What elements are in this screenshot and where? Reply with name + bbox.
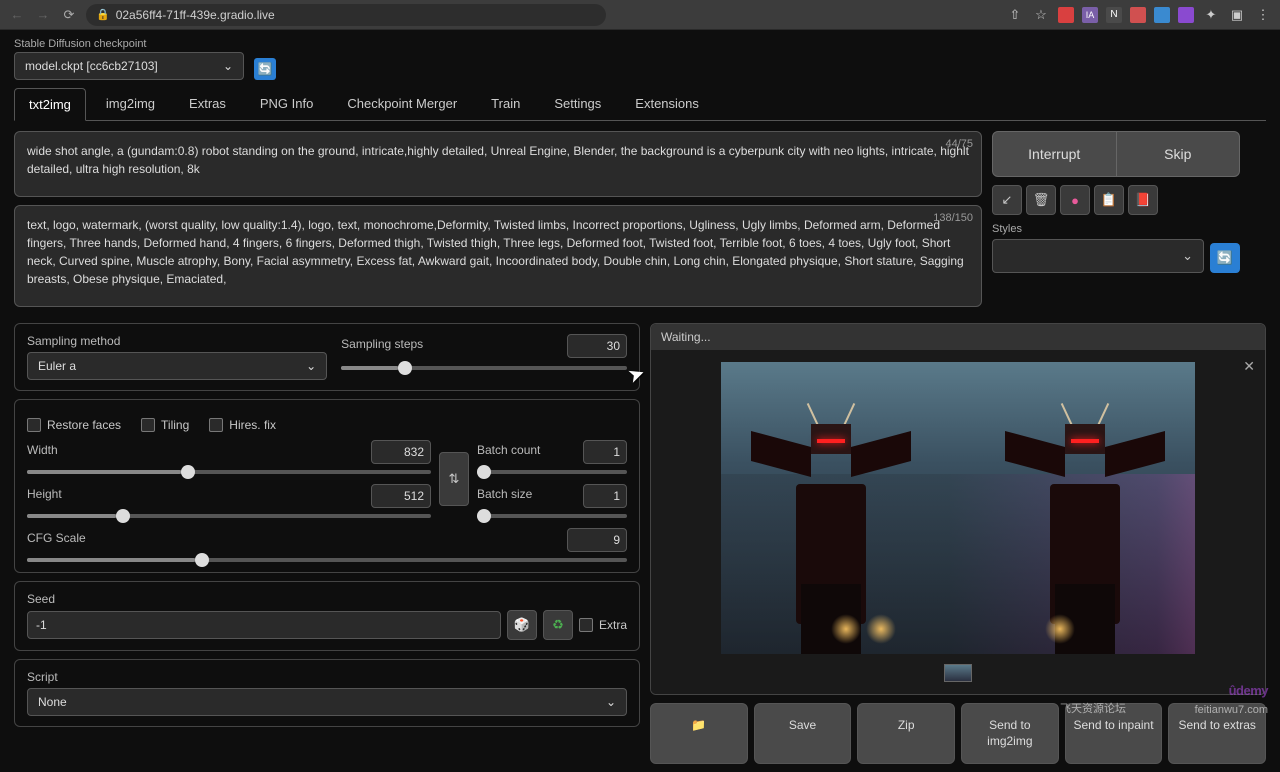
interrupt-button[interactable]: Interrupt	[992, 131, 1117, 177]
extension-icon[interactable]: IA	[1082, 7, 1098, 23]
extension-icon[interactable]	[1154, 7, 1170, 23]
batch-count-slider[interactable]	[477, 470, 627, 474]
main-tabs: txt2img img2img Extras PNG Info Checkpoi…	[14, 88, 1266, 121]
arrow-button[interactable]: ↙	[992, 185, 1022, 215]
script-value: None	[38, 695, 67, 709]
tab-img2img[interactable]: img2img	[92, 88, 169, 120]
tab-pnginfo[interactable]: PNG Info	[246, 88, 327, 120]
send-inpaint-button[interactable]: Send to inpaint	[1065, 703, 1163, 764]
tab-txt2img[interactable]: txt2img	[14, 88, 86, 121]
negative-token-count: 138/150	[933, 210, 973, 227]
width-slider[interactable]	[27, 470, 431, 474]
url-bar[interactable]: 🔒 02a56ff4-71ff-439e.gradio.live	[86, 4, 606, 26]
seed-reuse-button[interactable]: ♻	[543, 610, 573, 640]
close-icon[interactable]: ✕	[1243, 358, 1255, 375]
sampling-steps-label: Sampling steps	[341, 337, 423, 351]
extension-icon[interactable]	[1058, 7, 1074, 23]
extension-icon[interactable]	[1178, 7, 1194, 23]
tab-train[interactable]: Train	[477, 88, 534, 120]
extension-icon[interactable]	[1130, 7, 1146, 23]
prompt-token-count: 44/75	[945, 136, 973, 153]
tab-settings[interactable]: Settings	[540, 88, 615, 120]
height-label: Height	[27, 487, 62, 501]
star-icon[interactable]: ☆	[1032, 6, 1050, 24]
open-folder-button[interactable]: 📁	[650, 703, 748, 764]
checkpoint-value: model.ckpt [cc6cb27103]	[25, 59, 158, 73]
clipboard-button[interactable]: 📋	[1094, 185, 1124, 215]
chevron-down-icon: ⌄	[1182, 248, 1193, 264]
skip-button[interactable]: Skip	[1117, 131, 1241, 177]
width-input[interactable]	[371, 440, 431, 464]
tab-checkpoint-merger[interactable]: Checkpoint Merger	[333, 88, 471, 120]
negative-prompt-textarea[interactable]: 138/150 text, logo, watermark, (worst qu…	[14, 205, 982, 307]
back-icon[interactable]: ←	[8, 6, 26, 24]
tab-extensions[interactable]: Extensions	[621, 88, 713, 120]
styles-refresh-button[interactable]: 🔄	[1210, 243, 1240, 273]
tiling-checkbox[interactable]: Tiling	[141, 418, 189, 432]
sampling-method-value: Euler a	[38, 359, 76, 373]
width-label: Width	[27, 443, 58, 457]
styles-label: Styles	[992, 223, 1240, 235]
sampling-method-label: Sampling method	[27, 334, 327, 348]
tabs-icon[interactable]: ▣	[1228, 6, 1246, 24]
sampling-steps-slider[interactable]	[341, 366, 627, 370]
extension-icon[interactable]: N	[1106, 7, 1122, 23]
seed-random-button[interactable]: 🎲	[507, 610, 537, 640]
restore-faces-checkbox[interactable]: Restore faces	[27, 418, 121, 432]
batch-count-label: Batch count	[477, 443, 540, 457]
checkpoint-label: Stable Diffusion checkpoint	[14, 38, 244, 50]
output-panel: Waiting... ✕	[650, 323, 1266, 695]
seed-label: Seed	[27, 592, 627, 606]
cfg-slider[interactable]	[27, 558, 627, 562]
share-icon[interactable]: ⇧	[1006, 6, 1024, 24]
script-label: Script	[27, 670, 627, 684]
lock-icon: 🔒	[96, 8, 110, 21]
batch-size-label: Batch size	[477, 487, 532, 501]
cfg-input[interactable]	[567, 528, 627, 552]
seed-extra-checkbox[interactable]: Extra	[579, 618, 627, 632]
refresh-checkpoint-button[interactable]: 🔄	[254, 58, 276, 80]
extensions-icon[interactable]: ✦	[1202, 6, 1220, 24]
negative-prompt-text: text, logo, watermark, (worst quality, l…	[27, 218, 964, 286]
sampling-steps-input[interactable]	[567, 334, 627, 358]
zip-button[interactable]: Zip	[857, 703, 955, 764]
chevron-down-icon: ⌄	[223, 59, 233, 73]
forward-icon[interactable]: →	[34, 6, 52, 24]
seed-input[interactable]	[27, 611, 501, 639]
styles-dropdown[interactable]: ⌄	[992, 239, 1204, 273]
output-image[interactable]	[721, 362, 1195, 654]
height-input[interactable]	[371, 484, 431, 508]
browser-toolbar: ← → ⟳ 🔒 02a56ff4-71ff-439e.gradio.live ⇧…	[0, 0, 1280, 30]
cfg-label: CFG Scale	[27, 531, 86, 545]
chevron-down-icon: ⌄	[606, 695, 616, 709]
trash-button[interactable]: 🗑	[1026, 185, 1056, 215]
url-text: 02a56ff4-71ff-439e.gradio.live	[116, 8, 275, 22]
prompt-text: wide shot angle, a (gundam:0.8) robot st…	[27, 144, 969, 176]
height-slider[interactable]	[27, 514, 431, 518]
batch-count-input[interactable]	[583, 440, 627, 464]
output-thumbnail[interactable]	[944, 664, 972, 682]
tab-extras[interactable]: Extras	[175, 88, 240, 120]
chevron-down-icon: ⌄	[306, 359, 316, 373]
checkpoint-dropdown[interactable]: model.ckpt [cc6cb27103] ⌄	[14, 52, 244, 80]
batch-size-input[interactable]	[583, 484, 627, 508]
send-img2img-button[interactable]: Send to img2img	[961, 703, 1059, 764]
script-dropdown[interactable]: None ⌄	[27, 688, 627, 716]
style-apply-button[interactable]: ●	[1060, 185, 1090, 215]
hires-fix-checkbox[interactable]: Hires. fix	[209, 418, 276, 432]
save-button[interactable]: Save	[754, 703, 852, 764]
output-status: Waiting...	[651, 324, 1265, 350]
send-extras-button[interactable]: Send to extras	[1168, 703, 1266, 764]
reload-icon[interactable]: ⟳	[60, 6, 78, 24]
style-save-button[interactable]: 📕	[1128, 185, 1158, 215]
sampling-method-dropdown[interactable]: Euler a ⌄	[27, 352, 327, 380]
menu-icon[interactable]: ⋮	[1254, 6, 1272, 24]
batch-size-slider[interactable]	[477, 514, 627, 518]
swap-dimensions-button[interactable]: ⇅	[439, 452, 469, 506]
prompt-textarea[interactable]: 44/75 wide shot angle, a (gundam:0.8) ro…	[14, 131, 982, 197]
